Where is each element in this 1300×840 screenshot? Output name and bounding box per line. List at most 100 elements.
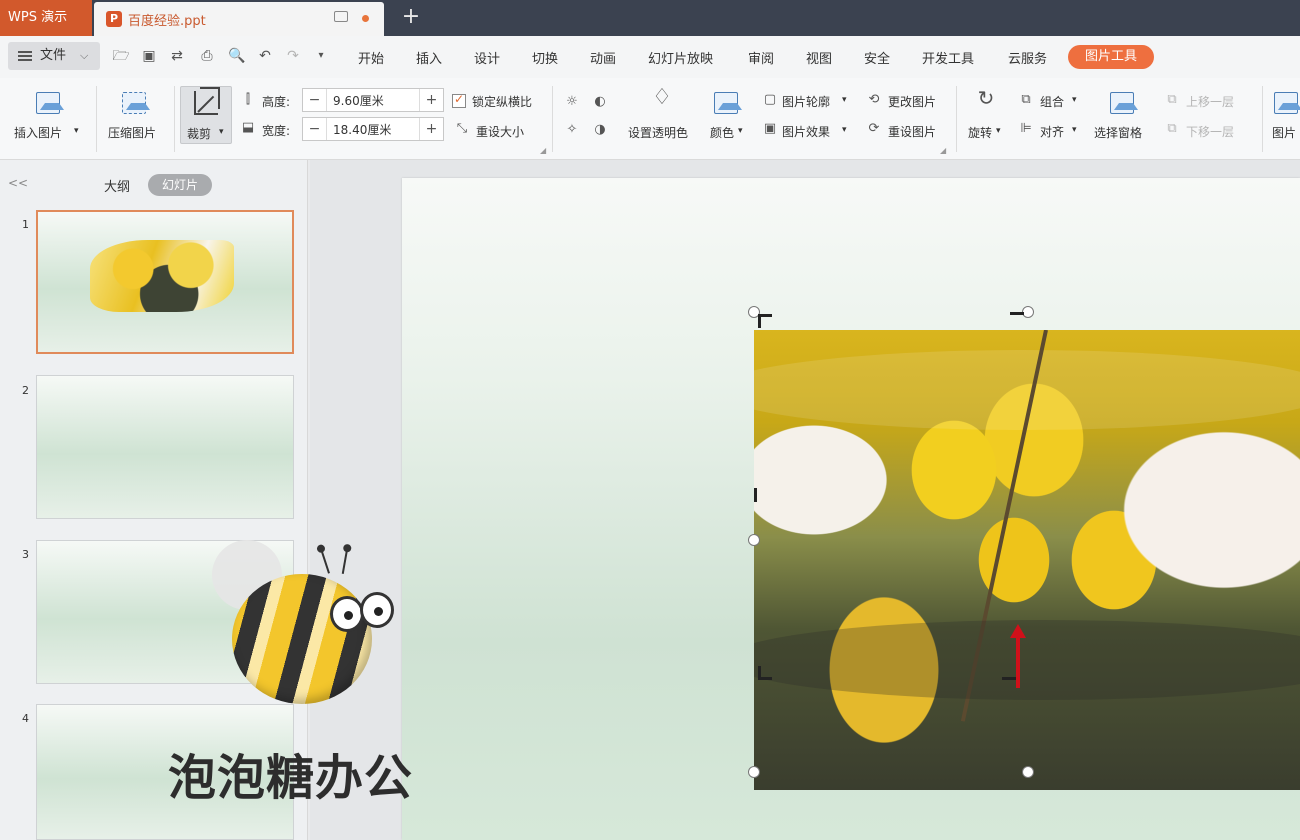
tab-slides[interactable]: 幻灯片 (148, 174, 212, 196)
menu-review[interactable]: 审阅 (748, 48, 774, 67)
lock-ratio-checkbox[interactable] (452, 92, 466, 108)
menu-insert[interactable]: 插入 (416, 48, 442, 67)
group-button[interactable]: 组合 (1040, 93, 1064, 110)
reset-size-button[interactable]: 重设大小 (476, 123, 524, 140)
resize-handle-bottom[interactable] (1022, 766, 1034, 778)
width-decrease-button[interactable]: − (303, 118, 327, 140)
align-button[interactable]: 对齐 (1040, 123, 1064, 140)
send-backward-button[interactable]: 下移一层 (1186, 123, 1234, 140)
crop-edge-top[interactable] (1010, 312, 1024, 326)
undo-icon[interactable]: ↶ (256, 47, 274, 65)
picture-more-button[interactable]: 图片 (1272, 124, 1296, 141)
contrast-up-icon[interactable]: ✧ (564, 122, 580, 138)
align-dropdown-icon[interactable]: ▾ (1072, 125, 1077, 135)
crop-label: 裁剪 (187, 127, 212, 141)
file-menu-button[interactable]: 文件 ⌵ (8, 42, 100, 70)
size-dialog-launcher-icon[interactable]: ◢ (540, 146, 546, 155)
menu-animation[interactable]: 动画 (590, 48, 616, 67)
height-decrease-button[interactable]: − (303, 89, 327, 111)
reset-picture-button[interactable]: 重设图片 (888, 123, 936, 140)
current-slide[interactable] (402, 178, 1300, 840)
menu-picture-tools[interactable]: 图片工具 (1068, 45, 1154, 69)
rotate-button[interactable]: 旋转 (968, 124, 992, 141)
bring-forward-button[interactable]: 上移一层 (1186, 93, 1234, 110)
align-icon: ⊫ (1020, 121, 1032, 136)
redo-icon[interactable]: ↷ (284, 47, 302, 65)
width-stepper[interactable]: − 18.40厘米 + (302, 117, 444, 141)
collapse-panel-button[interactable]: << (8, 176, 28, 190)
document-tab[interactable]: P 百度经验.ppt (94, 2, 384, 36)
file-menu-label: 文件 (40, 48, 67, 63)
open-folder-icon[interactable]: 🗁 (112, 47, 130, 65)
print-preview-icon[interactable]: 🔍 (228, 47, 246, 65)
picture-effects-dropdown-icon[interactable]: ▾ (842, 125, 847, 135)
document-tab-label: 百度经验.ppt (128, 14, 206, 29)
picture-effects-button[interactable]: 图片效果 (782, 123, 830, 140)
ribbon-separator (956, 86, 957, 152)
tab-outline[interactable]: 大纲 (104, 176, 130, 195)
crop-button[interactable]: 裁剪 ▾ (180, 86, 232, 144)
new-tab-button[interactable]: + (400, 4, 422, 30)
selection-pane-button[interactable]: 选择窗格 (1094, 124, 1142, 141)
bee-eye (330, 596, 364, 632)
contrast-down-icon[interactable]: ◑ (592, 122, 608, 138)
picture-outline-icon: ▢ (763, 92, 777, 107)
slide-thumbnail-picture (90, 240, 234, 312)
menu-home[interactable]: 开始 (358, 48, 384, 67)
resize-handle-bottom-left[interactable] (748, 766, 760, 778)
color-button[interactable]: 颜色 (710, 124, 734, 141)
height-stepper[interactable]: − 9.60厘米 + (302, 88, 444, 112)
slide-number: 3 (22, 548, 29, 561)
compress-picture-icon (122, 92, 150, 114)
slide-thumbnail-1[interactable] (36, 210, 294, 354)
insert-picture-dropdown-icon[interactable]: ▾ (74, 126, 79, 136)
lock-ratio-label[interactable]: 锁定纵横比 (472, 93, 532, 110)
menu-transition[interactable]: 切换 (532, 48, 558, 67)
ribbon-separator (174, 86, 175, 152)
print-icon[interactable]: ⎙ (198, 47, 216, 65)
resize-handle-left[interactable] (748, 534, 760, 546)
menu-design[interactable]: 设计 (474, 48, 500, 67)
picture-tools-ribbon: 插入图片 ▾ 压缩图片 裁剪 ▾ ⫿ 高度: − 9.60厘米 + ⬓ 宽度: … (0, 78, 1300, 160)
brightness-up-icon[interactable]: ☼ (564, 94, 580, 110)
picture-outline-button[interactable]: 图片轮廓 (782, 93, 830, 110)
ribbon-separator (552, 86, 553, 152)
crop-corner-bottom-left[interactable] (758, 666, 772, 680)
ribbon-separator (1262, 86, 1263, 152)
export-icon[interactable]: ⇄ (168, 47, 186, 65)
menu-cloud[interactable]: 云服务 (1008, 48, 1047, 67)
menu-security[interactable]: 安全 (864, 48, 890, 67)
set-transparent-icon: ♢ (652, 85, 672, 110)
crop-corner-top-left[interactable] (758, 314, 772, 328)
menu-view[interactable]: 视图 (806, 48, 832, 67)
menu-slideshow[interactable]: 幻灯片放映 (648, 48, 713, 67)
set-transparent-color-button[interactable]: 设置透明色 (628, 124, 688, 141)
width-increase-button[interactable]: + (419, 118, 443, 140)
customize-chevron-icon[interactable]: ▾ (312, 47, 330, 65)
watermark-text: 泡泡糖办公 (168, 750, 414, 806)
rotate-dropdown-icon[interactable]: ▾ (996, 126, 1001, 136)
menu-bar: 文件 ⌵ 🗁 ▣ ⇄ ⎙ 🔍 ↶ ↷ ▾ 开始 插入 设计 切换 动画 幻灯片放… (0, 36, 1300, 78)
height-increase-button[interactable]: + (419, 89, 443, 111)
crop-edge-left[interactable] (754, 488, 768, 502)
insert-picture-button[interactable]: 插入图片 (14, 124, 62, 141)
color-dropdown-icon[interactable]: ▾ (738, 126, 743, 136)
hamburger-icon (18, 51, 32, 61)
slide-thumbnail-2[interactable] (36, 375, 294, 519)
menu-developer[interactable]: 开发工具 (922, 48, 974, 67)
adjust-dialog-launcher-icon[interactable]: ◢ (940, 146, 946, 155)
brightness-down-icon[interactable]: ◐ (592, 94, 608, 110)
ginkgo-picture[interactable] (754, 330, 1300, 790)
compress-picture-button[interactable]: 压缩图片 (108, 124, 156, 141)
unsaved-dot-icon[interactable] (362, 15, 369, 22)
width-value[interactable]: 18.40厘米 (333, 121, 391, 138)
picture-outline-dropdown-icon[interactable]: ▾ (842, 95, 847, 105)
group-dropdown-icon[interactable]: ▾ (1072, 95, 1077, 105)
ribbon-separator (96, 86, 97, 152)
change-picture-button[interactable]: 更改图片 (888, 93, 936, 110)
save-icon[interactable]: ▣ (140, 47, 158, 65)
selection-pane-icon (1110, 92, 1138, 114)
monitor-icon[interactable] (334, 11, 348, 22)
height-value[interactable]: 9.60厘米 (333, 92, 384, 109)
app-tab[interactable]: WPS 演示 (0, 0, 92, 36)
